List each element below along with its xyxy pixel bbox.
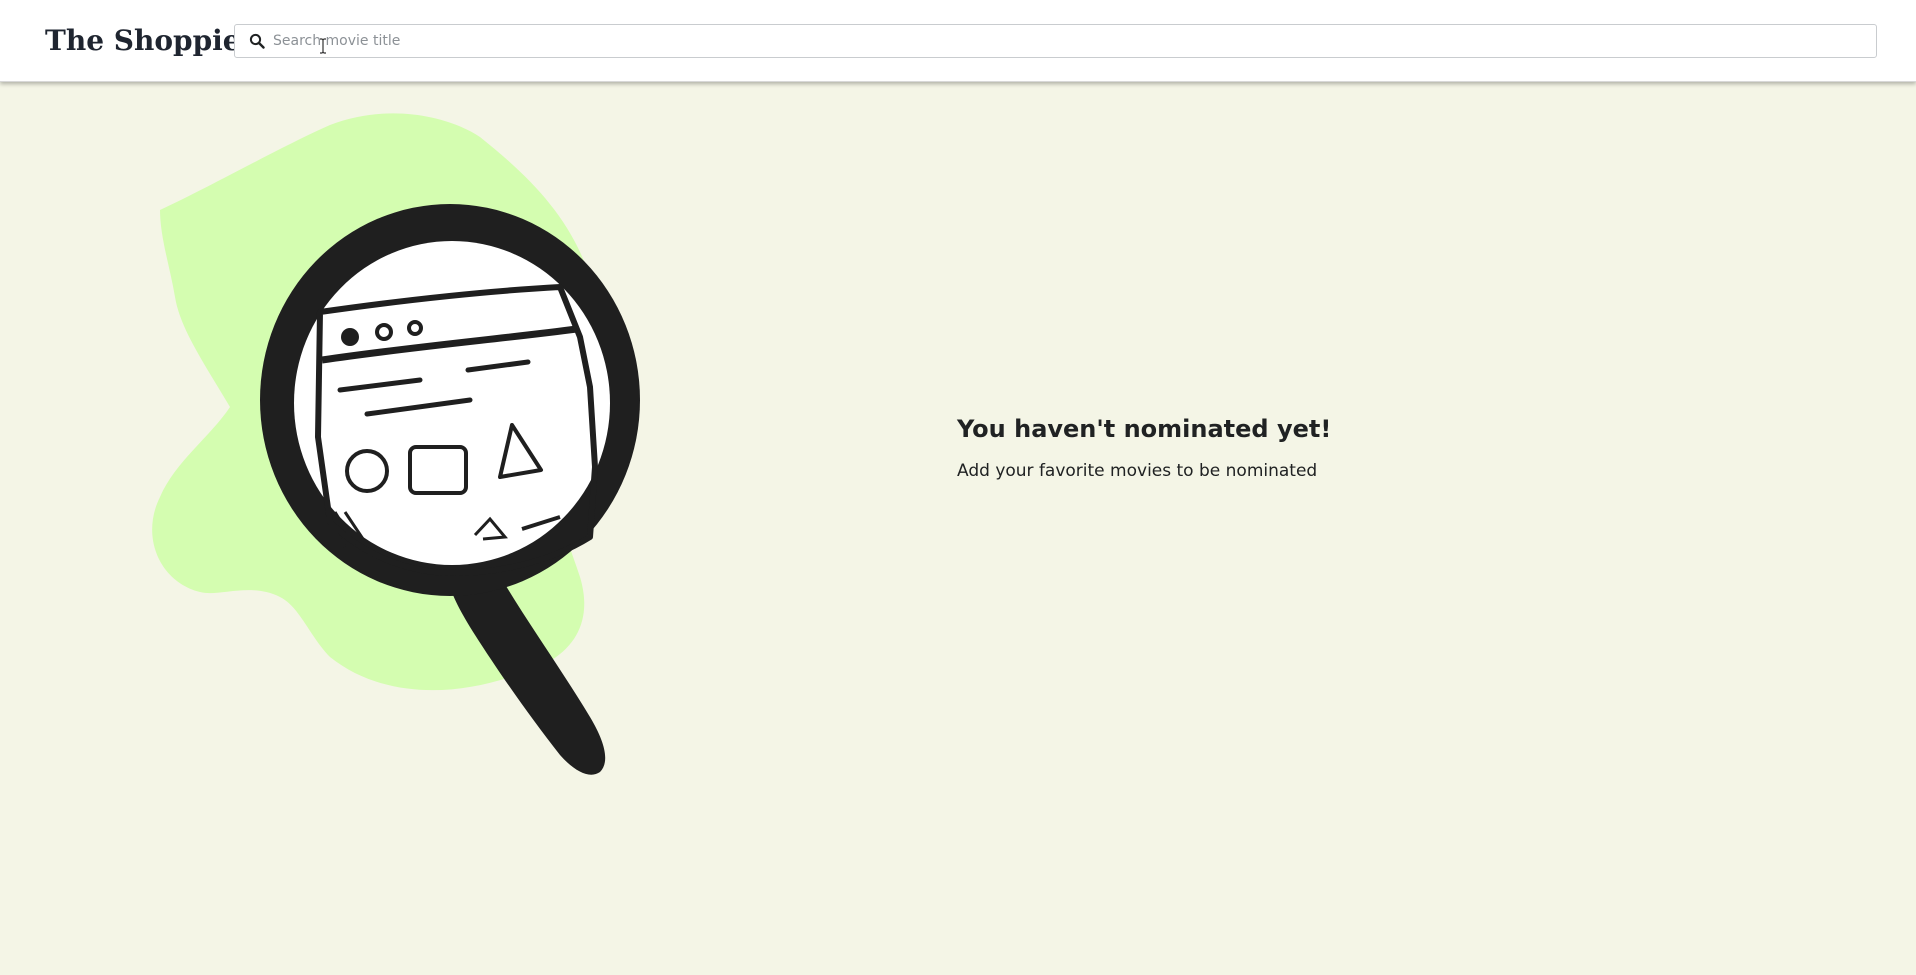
empty-state-illustration [150,107,690,807]
empty-state-message: You haven't nominated yet! Add your favo… [957,415,1477,481]
search-input[interactable] [273,26,1876,56]
main-content: You haven't nominated yet! Add your favo… [0,82,1916,975]
empty-state-subtitle: Add your favorite movies to be nominated [957,461,1318,481]
top-bar: The Shoppies [0,0,1916,82]
brand-title: The Shoppies [45,24,257,57]
empty-state-title: You haven't nominated yet! [957,415,1332,443]
window-dot [341,328,359,346]
search-field[interactable] [234,24,1877,58]
search-icon [247,31,267,51]
text-cursor-icon [319,38,327,58]
